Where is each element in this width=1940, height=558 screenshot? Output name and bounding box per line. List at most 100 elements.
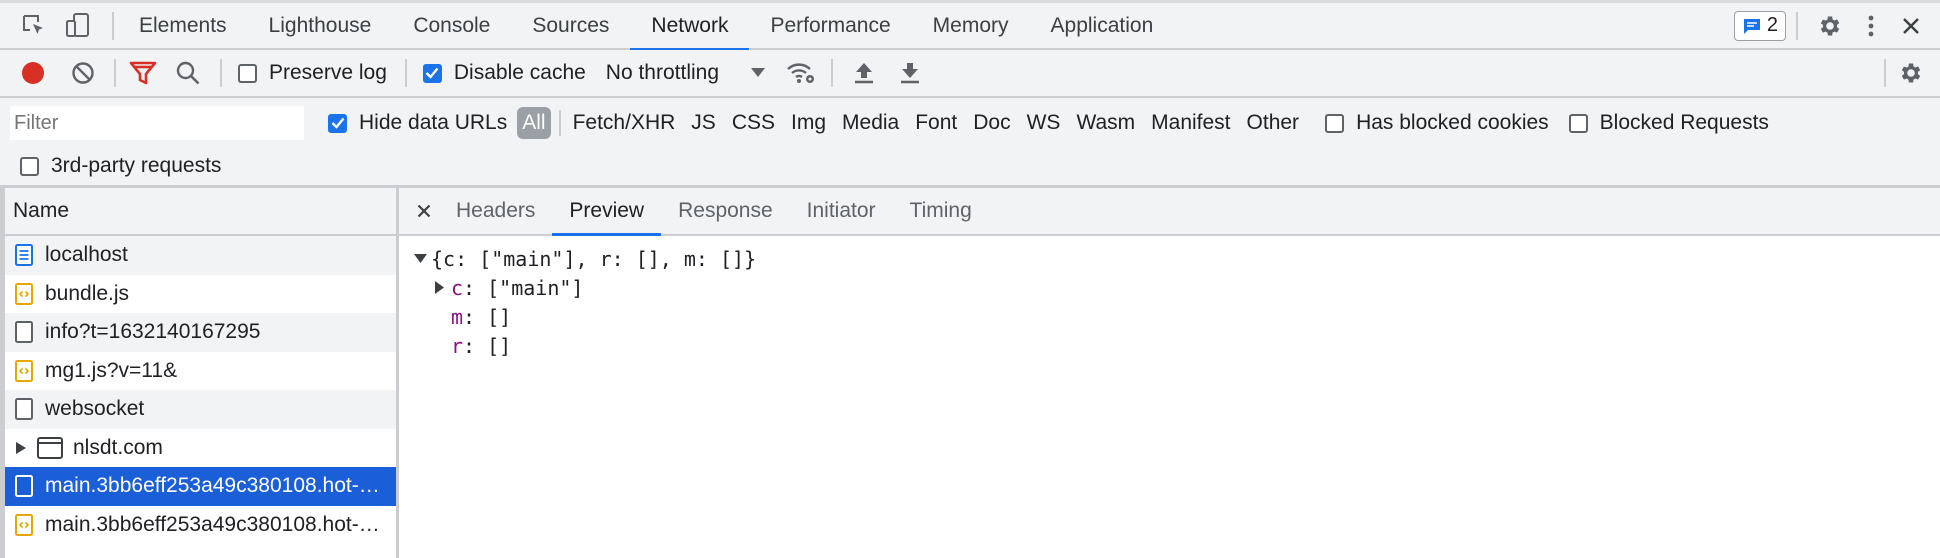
json-root[interactable]: {c: ["main"], r: [], m: []} [399,244,1940,273]
json-property-r: r: [] [399,331,1940,360]
tab-console[interactable]: Console [392,2,511,49]
tab-timing[interactable]: Timing [893,188,989,234]
script-icon [15,282,33,305]
preserve-log-label: Preserve log [269,61,387,84]
third-party-requests-checkbox[interactable] [20,156,39,176]
clear-icon[interactable] [70,61,96,85]
filter-type-font[interactable]: Font [907,107,965,139]
settings-gear-icon[interactable] [1814,13,1846,39]
main-tab-bar: Elements Lighthouse Console Sources Netw… [0,0,1940,51]
blocked-requests-checkbox[interactable] [1568,113,1588,133]
filter-type-js[interactable]: JS [683,107,724,139]
filter-type-doc[interactable]: Doc [965,107,1018,139]
close-detail-icon[interactable] [415,204,433,218]
request-row[interactable]: bundle.js [5,275,396,314]
disable-cache-checkbox[interactable] [422,63,442,83]
device-toggle-icon[interactable] [62,10,94,42]
record-button[interactable] [20,61,46,85]
message-icon [1742,17,1762,35]
network-settings-gear-icon[interactable] [1896,60,1926,86]
more-options-icon[interactable] [1864,14,1878,38]
filter-row-1: Hide data URLs All Fetch/XHR JS CSS Img … [0,100,1940,146]
issues-badge[interactable]: 2 [1733,10,1786,41]
request-name: websocket [45,397,145,421]
filter-icon[interactable] [128,60,158,86]
expand-triangle-icon[interactable] [15,441,27,455]
json-value: : [] [463,333,512,358]
request-row[interactable]: localhost [5,236,396,275]
request-row[interactable]: mg1.js?v=11& [5,352,396,391]
tab-network[interactable]: Network [630,2,750,51]
inspect-element-icon[interactable] [18,10,50,42]
blocked-requests-label: Blocked Requests [1599,111,1769,134]
file-icon [15,321,33,344]
request-row[interactable]: websocket [5,390,396,429]
request-name: nlsdt.com [73,435,163,459]
tab-headers[interactable]: Headers [439,188,552,234]
tab-preview[interactable]: Preview [552,188,661,236]
export-har-icon[interactable] [897,61,923,85]
import-har-icon[interactable] [851,61,877,85]
json-property-c[interactable]: c: ["main"] [399,273,1940,302]
disable-cache-label: Disable cache [453,61,586,84]
request-detail-panel: Headers Preview Response Initiator Timin… [399,188,1940,558]
filter-type-css[interactable]: CSS [724,107,783,139]
tab-memory[interactable]: Memory [912,2,1030,49]
request-row-selected[interactable]: main.3bb6eff253a49c380108.hot-update.jso… [5,467,396,506]
name-column-header[interactable]: Name [5,188,396,236]
file-icon [15,398,33,421]
expand-triangle-icon[interactable] [433,281,447,294]
collapse-triangle-icon[interactable] [413,253,427,264]
close-devtools-icon[interactable] [1900,16,1922,36]
issues-count: 2 [1766,14,1778,36]
filter-type-media[interactable]: Media [834,107,907,139]
file-icon [15,475,33,498]
tab-elements[interactable]: Elements [118,2,248,49]
request-row[interactable]: nlsdt.com [5,429,396,468]
request-row[interactable]: info?t=1632140167295 [5,313,396,352]
script-icon [15,359,33,382]
separator [404,59,407,87]
filter-input[interactable] [10,106,304,140]
tab-performance[interactable]: Performance [749,2,911,49]
json-value: : ["main"] [463,275,584,300]
name-column-label: Name [13,199,70,222]
json-preview: {c: ["main"], r: [], m: []} c: ["main"] … [399,236,1940,360]
filter-type-all[interactable]: All [517,107,551,139]
json-summary: {c: ["main"], r: [], m: []} [431,246,757,271]
search-icon[interactable] [174,60,202,86]
document-icon [15,244,33,267]
separator [1884,59,1886,87]
request-name: main.3bb6eff253a49c380108.hot-update.js [45,512,390,536]
json-key: m [451,304,464,329]
request-name: bundle.js [45,281,130,305]
throttling-select[interactable]: No throttling [606,61,766,85]
detail-tab-bar: Headers Preview Response Initiator Timin… [399,188,1940,236]
request-row[interactable]: main.3bb6eff253a49c380108.hot-update.js [5,505,396,544]
tab-initiator[interactable]: Initiator [790,188,893,234]
separator [1796,11,1798,40]
filter-type-fetch-xhr[interactable]: Fetch/XHR [565,107,684,139]
json-key: r [451,333,464,358]
separator [220,59,222,87]
preserve-log-checkbox[interactable] [238,63,257,83]
filter-row-2: 3rd-party requests [0,146,1940,186]
third-party-requests-label: 3rd-party requests [51,154,222,177]
hide-data-urls-checkbox[interactable] [328,113,347,133]
tab-sources[interactable]: Sources [511,2,630,49]
filter-bar: Hide data URLs All Fetch/XHR JS CSS Img … [0,98,1940,188]
filter-type-manifest[interactable]: Manifest [1143,107,1238,139]
filter-type-other[interactable]: Other [1239,107,1308,139]
hide-data-urls-label: Hide data URLs [359,111,508,134]
tab-lighthouse[interactable]: Lighthouse [248,2,393,49]
json-key: c [451,275,464,300]
filter-type-wasm[interactable]: Wasm [1068,107,1143,139]
json-value: : [] [463,304,512,329]
tab-application[interactable]: Application [1030,2,1175,49]
has-blocked-cookies-checkbox[interactable] [1325,113,1345,133]
tab-response[interactable]: Response [661,188,790,234]
network-conditions-icon[interactable] [785,61,817,85]
filter-type-img[interactable]: Img [783,107,834,139]
has-blocked-cookies-label: Has blocked cookies [1356,111,1549,134]
filter-type-ws[interactable]: WS [1019,107,1069,139]
